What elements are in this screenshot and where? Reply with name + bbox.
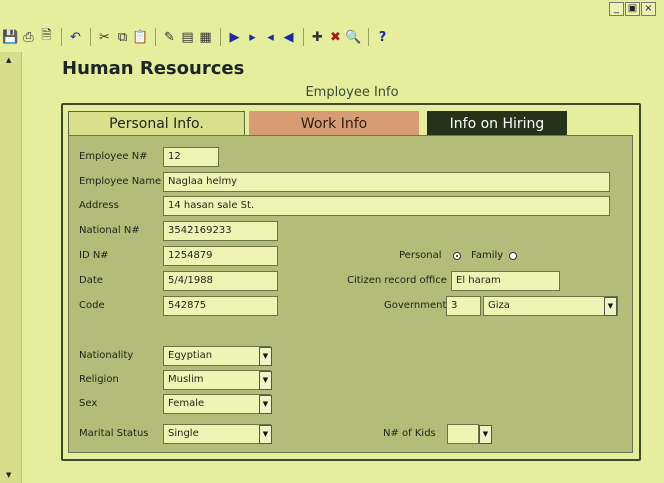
undo-icon[interactable]: ↶ [67, 29, 84, 46]
government-label: Government [384, 300, 447, 311]
kids-select[interactable] [447, 424, 479, 444]
address-field[interactable]: 14 hasan sale St. [163, 196, 610, 216]
nationality-label: Nationality [79, 350, 134, 361]
citizen-office-label: Citizen record office [347, 275, 447, 286]
tab-bar: Personal Info. Work Info Info on Hiring [68, 111, 567, 136]
vertical-scrollbar[interactable]: ▲ ▼ [0, 52, 22, 483]
citizen-office-field[interactable]: El haram [451, 271, 560, 291]
print-preview-icon[interactable]: 🗎 [38, 28, 55, 46]
personal-radio[interactable] [453, 252, 461, 260]
new-record-icon[interactable]: ✚ [309, 29, 326, 46]
help-icon[interactable]: ? [374, 29, 391, 46]
personal-radio-label: Personal [399, 250, 442, 261]
religion-dropdown-icon[interactable]: ▼ [259, 371, 272, 390]
national-no-label: National N# [79, 225, 140, 236]
app-title: Human Resources [62, 58, 245, 79]
form-view-icon[interactable]: ▤ [179, 29, 196, 46]
family-radio-label: Family [471, 250, 504, 261]
tab-personal-info[interactable]: Personal Info. [68, 111, 245, 136]
marital-status-select[interactable]: Single [163, 424, 271, 444]
id-no-field[interactable]: 1254879 [163, 246, 278, 266]
date-label: Date [79, 275, 103, 286]
toolbar-separator [368, 28, 369, 46]
employee-no-label: Employee N# [79, 151, 148, 162]
nationality-dropdown-icon[interactable]: ▼ [259, 347, 272, 366]
kids-label: N# of Kids [383, 428, 436, 439]
toolbar-separator [303, 28, 304, 46]
previous-record-icon[interactable]: ◂ [262, 29, 279, 46]
copy-icon[interactable]: ⧉ [114, 29, 131, 46]
toolbar-separator [220, 28, 221, 46]
cut-icon[interactable]: ✂ [96, 29, 113, 46]
religion-label: Religion [79, 374, 119, 385]
paste-icon[interactable]: 📋 [132, 29, 149, 46]
date-field[interactable]: 5/4/1988 [163, 271, 278, 291]
scroll-up-icon[interactable]: ▲ [6, 56, 11, 64]
toolbar: 💾 ⎙ 🗎 ↶ ✂ ⧉ 📋 ✎ ▤ ▦ ▶ ▸ ◂ ◀ ✚ ✖ 🔍 ? [0, 24, 664, 50]
close-button[interactable]: × [641, 2, 656, 16]
minimize-button[interactable]: _ [609, 2, 624, 16]
scroll-down-icon[interactable]: ▼ [6, 471, 11, 479]
next-record-icon[interactable]: ▸ [244, 29, 261, 46]
marital-status-dropdown-icon[interactable]: ▼ [259, 425, 272, 444]
print-icon[interactable]: ⎙ [20, 29, 37, 46]
last-record-icon[interactable]: ▶ [226, 29, 243, 46]
code-label: Code [79, 300, 105, 311]
government-dropdown-icon[interactable]: ▼ [604, 297, 617, 316]
delete-record-icon[interactable]: ✖ [327, 29, 344, 46]
window-controls: _ ▣ × [609, 2, 656, 16]
id-no-label: ID N# [79, 250, 109, 261]
restore-button[interactable]: ▣ [625, 2, 640, 16]
toolbar-separator [90, 28, 91, 46]
nationality-select[interactable]: Egyptian [163, 346, 271, 366]
page-subtitle: Employee Info [305, 85, 399, 100]
toolbar-separator [61, 28, 62, 46]
form-design-icon[interactable]: ✎ [161, 29, 178, 46]
employee-name-field[interactable]: Naglaa helmy [163, 172, 610, 192]
government-select[interactable]: Giza [483, 296, 618, 316]
sex-dropdown-icon[interactable]: ▼ [259, 395, 272, 414]
national-no-field[interactable]: 3542169233 [163, 221, 278, 241]
employee-no-field[interactable]: 12 [163, 147, 219, 167]
marital-status-label: Marital Status [79, 428, 149, 439]
find-icon[interactable]: 🔍 [345, 29, 362, 46]
address-label: Address [79, 200, 119, 211]
sex-label: Sex [79, 398, 98, 409]
employee-name-label: Employee Name [79, 176, 162, 187]
first-record-icon[interactable]: ◀ [280, 29, 297, 46]
government-code-field[interactable]: 3 [446, 296, 481, 316]
tab-work-info[interactable]: Work Info [249, 111, 419, 136]
personal-info-panel: Employee N# 12 Employee Name Naglaa helm… [68, 135, 633, 453]
family-radio[interactable] [509, 252, 517, 260]
tab-info-on-hiring[interactable]: Info on Hiring [427, 111, 567, 136]
sex-select[interactable]: Female [163, 394, 271, 414]
save-icon[interactable]: 💾 [2, 29, 19, 46]
code-field[interactable]: 542875 [163, 296, 278, 316]
toolbar-separator [155, 28, 156, 46]
properties-icon[interactable]: ▦ [197, 29, 214, 46]
religion-select[interactable]: Muslim [163, 370, 271, 390]
kids-dropdown-icon[interactable]: ▼ [479, 425, 492, 444]
